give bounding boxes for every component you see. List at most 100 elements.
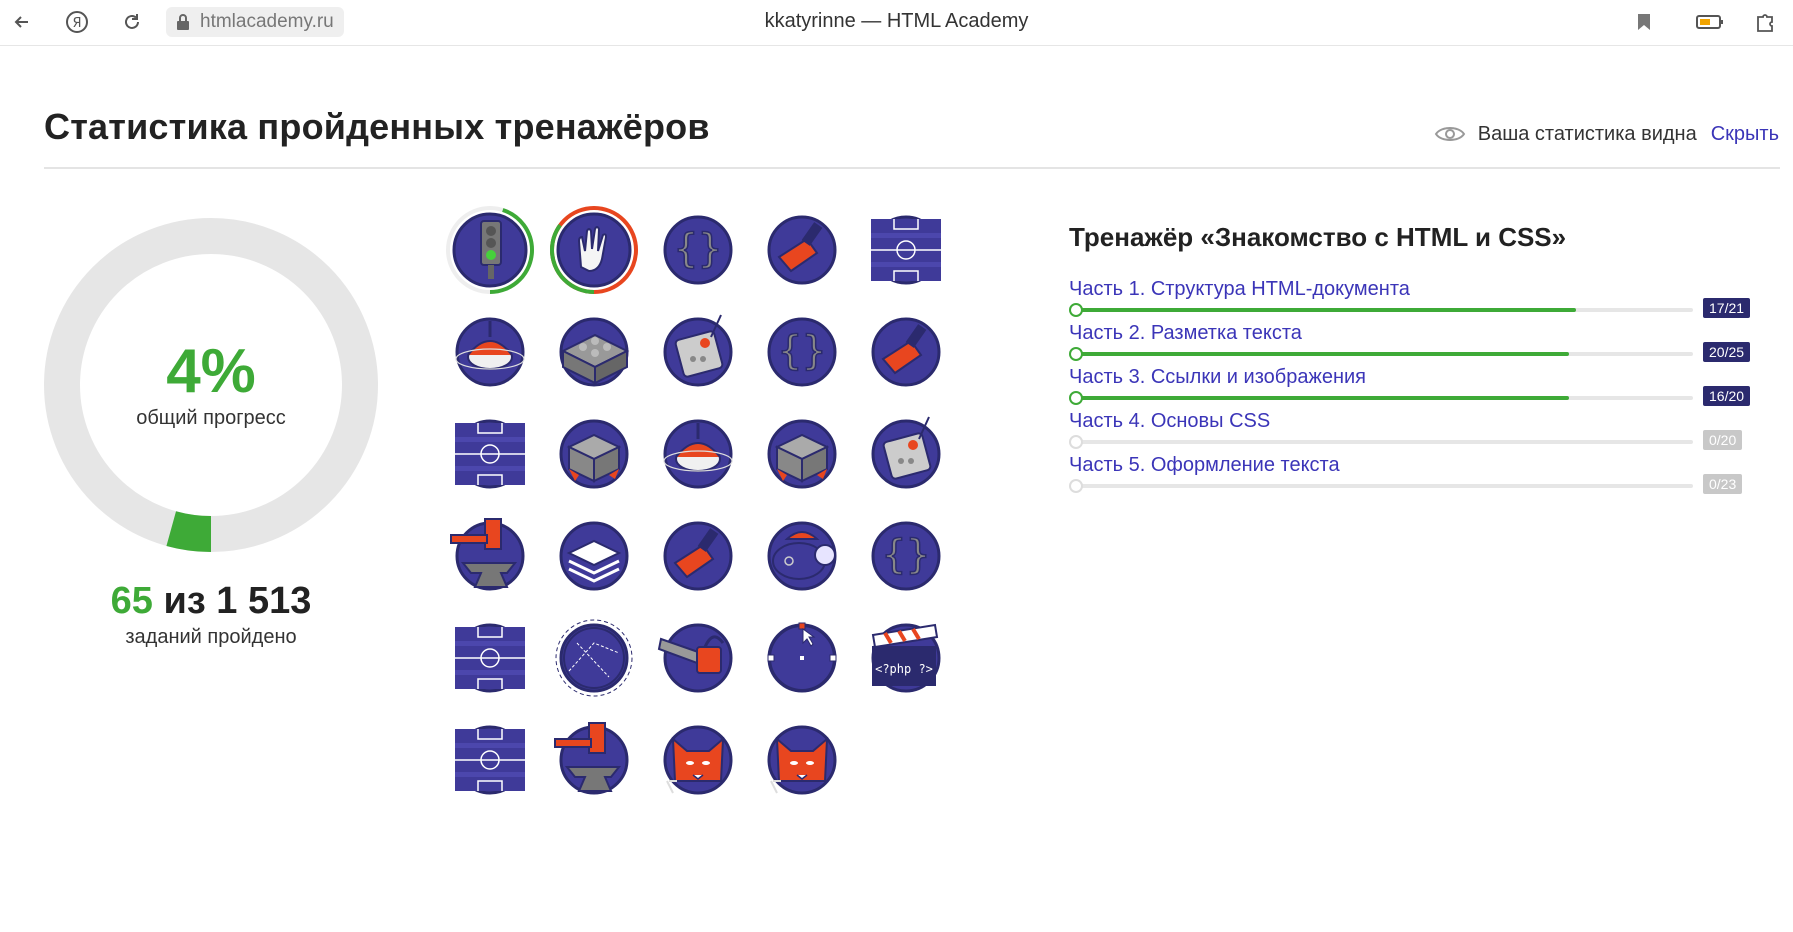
badge-curly-braces[interactable]: {} [653,205,743,295]
badge-paint-brush[interactable] [757,205,847,295]
yandex-icon: Я [66,11,88,33]
part-progress-track [1075,484,1693,488]
trainer-part-5: Часть 5. Оформление текста 0/23 [1069,454,1759,504]
anvil-icon [450,518,525,591]
badge-spinning-top[interactable] [445,307,535,397]
part-progress-tag: 17/21 [1703,298,1751,318]
trainer-part-3: Часть 3. Ссылки и изображения 16/20 [1069,366,1759,416]
part-progress-dot [1069,391,1083,405]
badge-planet[interactable] [549,613,639,703]
svg-text:{}: {} [778,328,826,374]
badge-spinning-top[interactable] [653,409,743,499]
battery-button[interactable] [1696,8,1724,36]
chainsaw-icon [657,623,733,693]
trainer-part-1: Часть 1. Структура HTML-документа 17/21 [1069,278,1759,328]
yandex-button[interactable]: Я [63,8,91,36]
badge-curly-braces[interactable]: {} [757,307,847,397]
tasks-count: 65 из 1 513 [44,580,378,623]
badge-remote-control[interactable] [861,409,951,499]
part-link[interactable]: Часть 3. Ссылки и изображения [1069,366,1366,389]
badge-fox[interactable] [653,715,743,805]
badge-paint-brush[interactable] [861,307,951,397]
badge-paint-brush[interactable] [653,511,743,601]
rubik-cube-icon [767,419,837,489]
reload-icon [125,14,139,29]
badge-rubik-cube[interactable] [549,409,639,499]
badge-lego-brick[interactable] [549,307,639,397]
hide-stats-link[interactable]: Скрыть [1711,123,1779,146]
part-progress-tag: 0/23 [1703,474,1743,494]
page-title: Статистика пройденных тренажёров [44,106,710,147]
badge-anvil[interactable] [445,511,535,601]
badge-submarine[interactable] [757,511,847,601]
badge-layers[interactable] [549,511,639,601]
part-progress-tag: 0/20 [1703,430,1743,450]
traffic-light-icon [446,206,534,294]
badge-palm-hand[interactable] [549,205,639,295]
badge-football-field[interactable] [445,613,535,703]
football-field-icon [455,623,525,693]
reload-button[interactable] [118,8,146,36]
trainer-part-4: Часть 4. Основы CSS 0/20 [1069,410,1759,460]
overall-progress-ring: 4% общий прогресс [44,218,378,552]
badge-remote-control[interactable] [653,307,743,397]
bezier-path-icon [767,622,837,693]
tasks-completed: 65 [110,580,153,622]
lego-brick-icon [559,317,630,387]
svg-text:Я: Я [72,16,81,31]
rubik-cube-icon [559,419,629,489]
part-progress-track [1075,352,1693,356]
extensions-button[interactable] [1752,8,1780,36]
badge-football-field[interactable] [861,205,951,295]
part-link[interactable]: Часть 4. Основы CSS [1069,410,1270,433]
part-link[interactable]: Часть 1. Структура HTML-документа [1069,278,1410,301]
part-link[interactable]: Часть 5. Оформление текста [1069,454,1340,477]
bookmark-button[interactable] [1630,8,1658,36]
trainer-part-2: Часть 2. Разметка текста 20/25 [1069,322,1759,372]
spinning-top-icon [663,419,733,489]
eye-icon [1434,127,1465,141]
part-progress-tag: 20/25 [1703,342,1751,362]
curly-braces-icon: {} [871,521,941,591]
badge-bezier-path[interactable] [757,613,847,703]
spinning-top-icon [455,317,525,387]
badge-fox[interactable] [757,715,847,805]
svg-text:{}: {} [674,226,722,272]
back-button[interactable] [8,8,36,36]
url-text: htmlacademy.ru [200,11,334,32]
badge-curly-braces[interactable]: {} [861,511,951,601]
part-progress-dot [1069,435,1083,449]
paint-brush-icon [767,215,837,285]
part-progress-dot [1069,479,1083,493]
part-link[interactable]: Часть 2. Разметка текста [1069,322,1302,345]
svg-text:<?php ?>: <?php ?> [875,662,933,676]
badge-rubik-cube[interactable] [757,409,847,499]
progress-percent: 4% [166,336,256,406]
trainer-details: Тренажёр «Знакомство с HTML и CSS» Часть… [1069,222,1759,494]
address-bar[interactable]: htmlacademy.ru [166,7,344,37]
paint-brush-icon [663,521,733,591]
badge-php-clapperboard[interactable]: <?php ?> [861,613,951,703]
planet-icon [555,619,633,697]
football-field-icon [455,419,525,489]
badge-traffic-light[interactable] [445,205,535,295]
layers-icon [559,521,629,591]
paint-brush-icon [871,317,941,387]
badge-football-field[interactable] [445,409,535,499]
badge-chainsaw[interactable] [653,613,743,703]
palm-hand-icon [550,206,638,294]
badge-anvil[interactable] [549,715,639,805]
part-progress-dot [1069,303,1083,317]
anvil-icon [554,722,629,795]
arrow-left-icon [14,16,28,28]
puzzle-icon [1757,14,1773,32]
badge-football-field[interactable] [445,715,535,805]
part-progress-tag: 16/20 [1703,386,1751,406]
header-divider [44,167,1780,169]
tasks-total: 1 513 [216,580,312,622]
lock-icon [172,11,194,33]
php-clapperboard-icon: <?php ?> [871,623,941,693]
submarine-icon [767,521,837,591]
visibility-text: Ваша статистика видна [1477,122,1697,145]
stats-visibility: Ваша статистика видна Скрыть [1434,122,1779,146]
